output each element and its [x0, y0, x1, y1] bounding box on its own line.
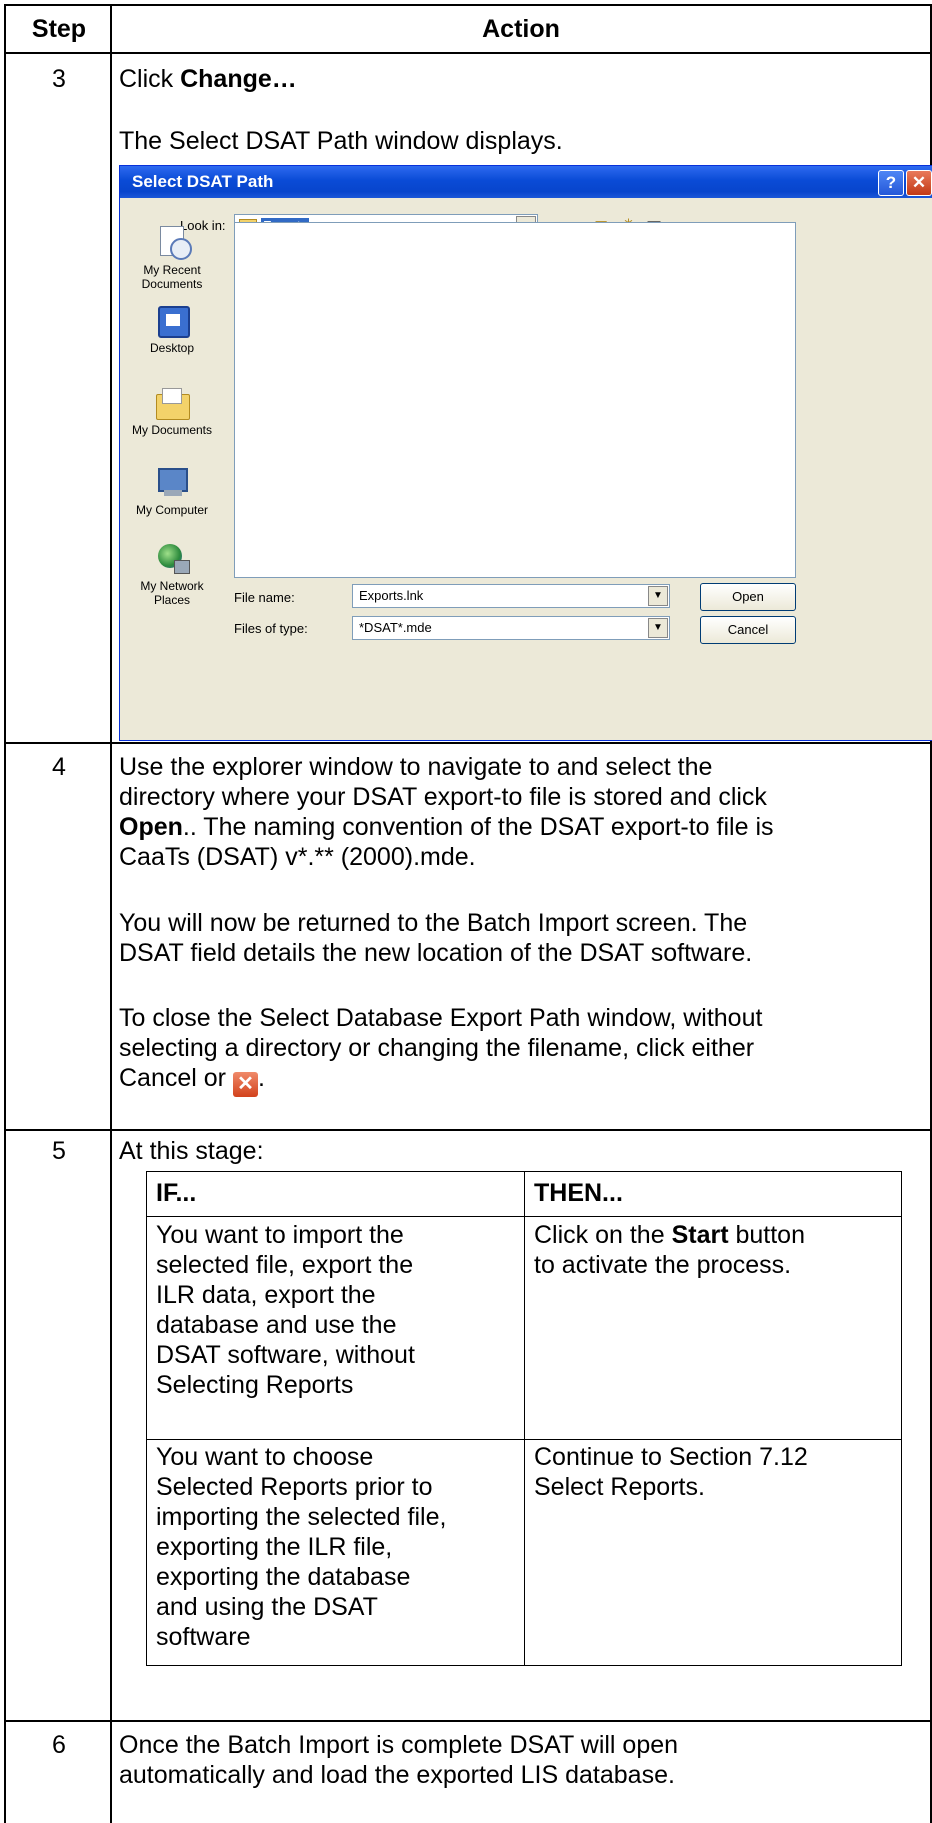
open-button[interactable]: Open: [700, 583, 796, 611]
step4-text-open: Open.. The naming convention of the DSAT…: [119, 812, 774, 842]
file-name-value: Exports.lnk: [359, 588, 424, 603]
place-network[interactable]: My Network Places: [126, 542, 218, 607]
inner-border-left: [146, 1171, 147, 1666]
file-name-label: File name:: [234, 590, 295, 605]
step3-instruction: Click Change…: [119, 64, 297, 94]
cell-line: Continue to Section 7.12: [534, 1443, 808, 1471]
desktop-icon: [154, 304, 190, 338]
cell-line: Selected Reports prior to: [156, 1473, 433, 1501]
recent-documents-icon: [154, 226, 192, 260]
cell-line: to activate the process.: [534, 1251, 792, 1279]
cell-line: Click on the Start button: [534, 1220, 805, 1250]
dialog-title-bar: Select DSAT Path ? ✕: [120, 166, 932, 198]
cell-line: DSAT software, without: [156, 1341, 415, 1369]
cell-line: software: [156, 1623, 251, 1651]
cell-line: importing the selected file,: [156, 1503, 447, 1531]
step-number: 6: [52, 1731, 66, 1759]
row-divider: [4, 1129, 932, 1131]
place-recent-documents[interactable]: My Recent Documents: [126, 226, 218, 291]
if-cell: You want to import the selected file, ex…: [156, 1220, 415, 1400]
place-label: My Computer: [135, 503, 209, 517]
start-label: Start: [671, 1221, 729, 1249]
place-my-documents[interactable]: My Documents: [126, 386, 218, 437]
cell-line: exporting the ILR file,: [156, 1533, 393, 1561]
instruction-text: Click: [119, 65, 181, 93]
help-button[interactable]: ?: [878, 170, 904, 196]
cell-line: exporting the database: [156, 1563, 411, 1591]
step4-text: selecting a directory or changing the fi…: [119, 1034, 755, 1062]
step-number: 5: [52, 1137, 66, 1165]
then-header: THEN...: [534, 1179, 623, 1207]
table-border-top: [4, 4, 932, 6]
place-label: My Documents: [131, 423, 213, 437]
then-cell: Click on the Start button to activate th…: [534, 1220, 805, 1280]
cell-line: Select Reports.: [534, 1473, 705, 1501]
cell-text: button: [728, 1221, 805, 1249]
procedure-table: Step Action 3 Click Change… The Select D…: [0, 0, 932, 1823]
header-action: Action: [482, 15, 560, 43]
network-places-icon: [154, 542, 190, 576]
step4-text-cancel: Cancel or ✕.: [119, 1063, 265, 1097]
change-label: Change…: [180, 65, 297, 93]
inner-border-right: [901, 1171, 902, 1666]
open-label: Open: [119, 813, 183, 841]
cell-line: You want to import the: [156, 1221, 404, 1249]
period: .: [257, 1064, 265, 1092]
then-cell: Continue to Section 7.12 Select Reports.: [534, 1442, 808, 1502]
dialog-title: Select DSAT Path: [132, 172, 274, 191]
cancel-button[interactable]: Cancel: [700, 616, 796, 644]
step4-text: To close the Select Database Export Path…: [119, 1004, 763, 1032]
step4-text: DSAT field details the new location of t…: [119, 939, 753, 967]
close-button[interactable]: ✕: [906, 170, 932, 196]
step4-text: Use the explorer window to navigate to a…: [119, 753, 713, 781]
files-of-type-label: Files of type:: [234, 621, 308, 636]
chevron-down-icon: ▼: [648, 618, 668, 638]
cell-line: ILR data, export the: [156, 1281, 376, 1309]
place-desktop[interactable]: Desktop: [126, 304, 218, 355]
cell-line: database and use the: [156, 1311, 397, 1339]
step3-result: The Select DSAT Path window displays.: [119, 127, 563, 155]
place-label: My Recent Documents: [141, 263, 203, 291]
my-documents-icon: [154, 386, 190, 420]
step-number: 3: [52, 65, 66, 93]
row-divider: [4, 52, 932, 54]
inner-column-divider: [524, 1171, 525, 1666]
step4-text: directory where your DSAT export-to file…: [119, 783, 767, 811]
if-header: IF...: [156, 1179, 197, 1207]
table-border-left: [4, 4, 6, 1823]
step6-text: Once the Batch Import is complete DSAT w…: [119, 1731, 679, 1759]
place-label: My Network Places: [140, 579, 204, 607]
row-divider: [4, 742, 932, 744]
files-of-type-value: *DSAT*.mde: [359, 620, 432, 635]
files-of-type-dropdown[interactable]: *DSAT*.mde ▼: [352, 616, 670, 640]
cell-text: Click on the: [534, 1221, 672, 1249]
step6-text: automatically and load the exported LIS …: [119, 1761, 675, 1789]
place-my-computer[interactable]: My Computer: [126, 466, 218, 517]
column-divider: [110, 4, 112, 1823]
cell-line: and using the DSAT: [156, 1593, 378, 1621]
row-divider: [4, 1720, 932, 1722]
chevron-down-icon: ▼: [648, 586, 668, 606]
cell-line: You want to choose: [156, 1443, 374, 1471]
if-cell: You want to choose Selected Reports prio…: [156, 1442, 446, 1652]
step4-text-span: .. The naming convention of the DSAT exp…: [182, 813, 774, 841]
file-name-input[interactable]: Exports.lnk ▼: [352, 584, 670, 608]
step4-text: You will now be returned to the Batch Im…: [119, 909, 748, 937]
step4-text-span: Cancel or: [119, 1064, 233, 1092]
step5-intro: At this stage:: [119, 1137, 264, 1165]
cell-line: selected file, export the: [156, 1251, 414, 1279]
header-step: Step: [31, 15, 87, 43]
cell-line: Selecting Reports: [156, 1371, 354, 1399]
my-computer-icon: [154, 466, 190, 500]
select-dsat-path-dialog: Select DSAT Path ? ✕ Look in: Exports ▼ …: [119, 165, 932, 741]
step-number: 4: [52, 753, 66, 781]
step4-text: CaaTs (DSAT) v*.** (2000).mde.: [119, 843, 476, 871]
close-icon: ✕: [232, 1072, 258, 1097]
file-list[interactable]: [234, 222, 796, 578]
place-label: Desktop: [149, 341, 195, 355]
